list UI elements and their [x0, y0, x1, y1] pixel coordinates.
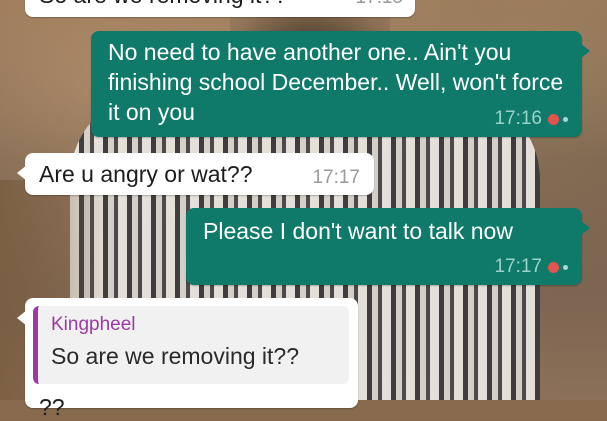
outgoing-message[interactable]: No need to have another one.. Ain't you …: [91, 31, 590, 137]
quote-author: Kingpheel: [51, 314, 136, 335]
quote-text: So are we removing it??: [51, 343, 300, 369]
incoming-message[interactable]: Are u angry or wat?? 17:17: [17, 153, 374, 195]
bubble-tail: [580, 220, 590, 236]
message-meta: 17:17: [494, 256, 568, 278]
message-time: 17:15: [355, 0, 403, 9]
status-dot-icon: [548, 262, 559, 274]
bubble-tail: [17, 310, 27, 326]
bubble-tail: [580, 43, 590, 59]
message-time: 17:17: [494, 256, 542, 277]
incoming-message[interactable]: So are we removing it?? 17:15: [25, 0, 415, 17]
bubble-tail: [17, 165, 27, 181]
message-text: Are u angry or wat??: [39, 161, 253, 187]
message-text: ??: [39, 394, 65, 420]
message-time: 17:17: [312, 167, 360, 188]
message-text: So are we removing it??: [39, 0, 287, 10]
status-dot-icon: [548, 114, 559, 126]
incoming-reply-message[interactable]: Kingpheel So are we removing it?? ??: [17, 298, 358, 420]
message-time: 17:16: [494, 108, 542, 129]
small-dot-icon: [563, 117, 568, 123]
message-text: Please I don't want to talk now: [203, 218, 513, 244]
outgoing-message[interactable]: Please I don't want to talk now 17:17: [186, 208, 590, 285]
quoted-message[interactable]: Kingpheel So are we removing it??: [33, 306, 349, 384]
message-meta: 17:16: [494, 108, 568, 130]
small-dot-icon: [563, 265, 568, 271]
